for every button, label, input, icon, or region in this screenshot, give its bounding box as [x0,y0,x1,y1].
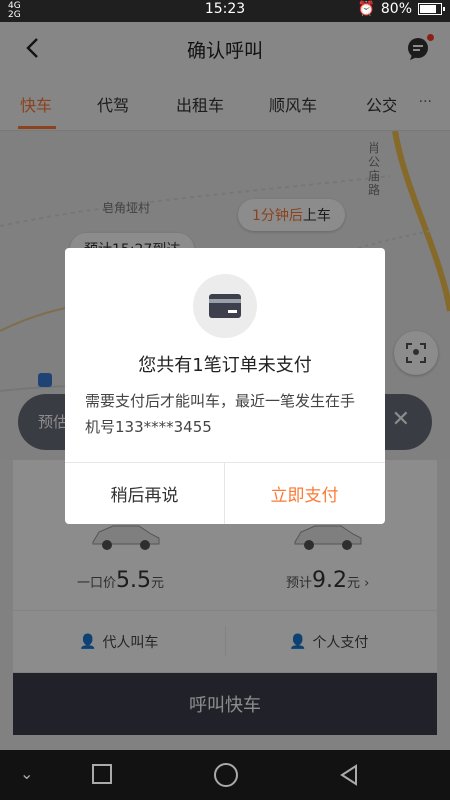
battery-percent: 80% [380,1,412,17]
alarm-icon: ⏰ [357,1,375,17]
chevron-down-icon[interactable]: ⌄ [20,764,33,783]
status-bar: 4G 2G 15:23 ⏰ 80% [0,0,450,22]
recents-icon[interactable] [92,764,112,784]
dialog-message: 需要支付后才能叫车，最近一笔发生在手机号133****3455 [85,392,356,436]
later-button[interactable]: 稍后再说 [65,463,224,524]
battery-icon [418,3,445,15]
system-nav-bar: ⌄ [0,750,450,800]
back-nav-icon[interactable] [338,764,360,786]
card-icon [209,294,241,318]
home-icon[interactable] [214,763,238,787]
card-icon-wrapper [193,274,257,338]
pay-now-button[interactable]: 立即支付 [225,463,384,524]
dialog-title: 您共有1笔订单未支付 [138,355,312,376]
unpaid-order-dialog: 您共有1笔订单未支付 需要支付后才能叫车，最近一笔发生在手机号133****34… [65,248,385,524]
